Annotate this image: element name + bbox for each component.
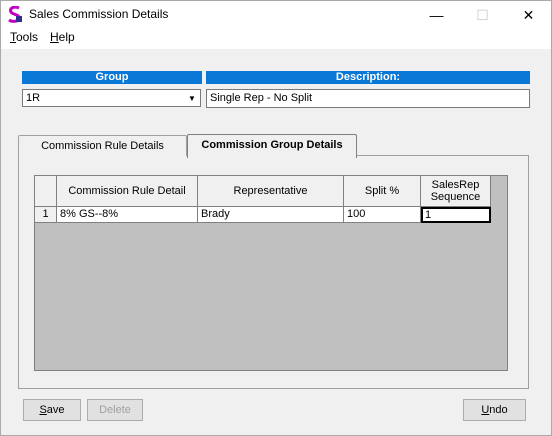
cell-representative[interactable]: Brady xyxy=(198,207,344,223)
menu-help[interactable]: Help xyxy=(50,30,75,44)
cell-split-text: 100 xyxy=(347,208,366,220)
description-field[interactable]: Single Rep - No Split xyxy=(206,89,530,108)
save-mnemonic: S xyxy=(39,404,47,416)
cell-representative-text: Brady xyxy=(201,208,230,220)
delete-button[interactable]: Delete xyxy=(87,399,143,421)
sales-app-icon xyxy=(7,6,23,23)
tab-commission-group-details[interactable]: Commission Group Details xyxy=(187,134,357,158)
group-header: Group xyxy=(22,71,202,84)
column-header-split[interactable]: Split % xyxy=(344,176,421,207)
cell-split[interactable]: 100 xyxy=(344,207,421,223)
save-label: ave xyxy=(46,404,65,416)
column-header-sequence[interactable]: SalesRep Sequence xyxy=(421,176,491,207)
tab-commission-rule-details[interactable]: Commission Rule Details xyxy=(18,135,187,156)
column-header-representative[interactable]: Representative xyxy=(198,176,344,207)
chevron-down-icon[interactable]: ▼ xyxy=(185,91,199,105)
description-header: Description: xyxy=(206,71,530,84)
title-bar: Sales Commission Details — ☐ ✕ xyxy=(1,1,551,29)
menu-tools-label: ools xyxy=(16,30,39,44)
app-window: Sales Commission Details — ☐ ✕ Tools Hel… xyxy=(0,0,552,436)
undo-button[interactable]: Undo xyxy=(463,399,526,421)
menu-tools[interactable]: Tools xyxy=(10,30,38,44)
menu-help-label: elp xyxy=(58,30,75,44)
undo-label: ndo xyxy=(489,404,508,416)
cell-rule[interactable]: 8% GS--8% xyxy=(57,207,198,223)
column-header-rule[interactable]: Commission Rule Detail xyxy=(57,176,198,207)
menu-help-mnemonic: H xyxy=(50,30,59,44)
close-button[interactable]: ✕ xyxy=(506,1,551,29)
cell-sequence-text: 1 xyxy=(425,209,432,221)
maximize-button[interactable]: ☐ xyxy=(460,1,505,29)
group-value: 1R xyxy=(26,92,41,104)
grid-corner xyxy=(35,176,57,207)
minimize-button[interactable]: — xyxy=(414,1,459,29)
window-title: Sales Commission Details xyxy=(29,7,169,21)
menu-bar: Tools Help xyxy=(1,29,551,49)
cell-rule-text: 8% GS--8% xyxy=(60,208,119,220)
row-number: 1 xyxy=(35,207,57,223)
commission-grid: Commission Rule Detail Representative Sp… xyxy=(34,175,508,371)
cell-sequence[interactable]: 1 xyxy=(421,207,491,223)
description-value: Single Rep - No Split xyxy=(210,92,313,104)
group-combobox[interactable]: 1R ▼ xyxy=(22,89,201,107)
save-button[interactable]: Save xyxy=(23,399,81,421)
